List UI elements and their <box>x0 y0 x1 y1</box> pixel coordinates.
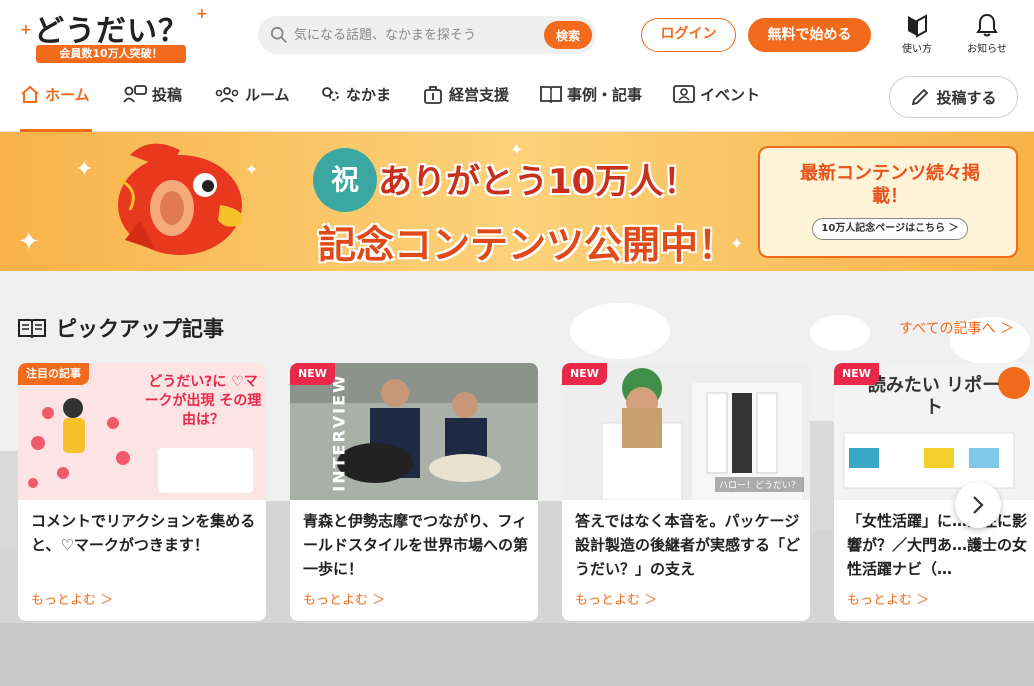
howto-link[interactable]: 使い方 <box>892 12 942 55</box>
article-title: コメントでリアクションを集めると、♡マークがつきます！ <box>31 512 256 554</box>
main-nav: ホーム 投稿 ルーム なかま 経営支援 事例・記事 イベント 投稿する <box>0 70 1034 132</box>
article-card[interactable]: どうだい?に ♡マークが出現 その理由は？ 注目の記事 コメントでリアクションを… <box>18 363 266 621</box>
see-all-articles-link[interactable]: すべての記事へ ＞ <box>899 318 1014 338</box>
nav-label: ホーム <box>45 86 90 104</box>
article-thumbnail: INTERVIEW NEW <box>290 363 538 500</box>
thumbnail-text: INTERVIEW <box>329 373 349 492</box>
article-title: 青森と伊勢志摩でつながり、フィールドスタイルを世界市場への第一歩に！ <box>303 512 529 578</box>
celebrate-badge: 祝 <box>313 148 377 212</box>
sparkle-icon: + <box>196 6 208 22</box>
pickup-section: ピックアップ記事 すべての記事へ ＞ どうだい?に ♡マークが出現 その理由は？… <box>0 271 1034 623</box>
pencil-icon <box>912 88 929 106</box>
banner-subheadline: 記念コンテンツ公開中！ <box>318 223 737 267</box>
pickup-heading: ピックアップ記事 <box>18 313 224 343</box>
read-more-link[interactable]: もっとよむ ＞ <box>575 589 657 608</box>
logo-text: どうだい？ <box>34 14 189 49</box>
article-card[interactable]: ハロー！どうだい？ NEW 答えではなく本音を。パッケージ設計製造の後継者が実感… <box>562 363 810 621</box>
nav-label: イベント <box>700 86 761 104</box>
nav-item-event[interactable]: イベント <box>673 84 760 132</box>
search-button[interactable]: 検索 <box>544 21 592 49</box>
notifications-link[interactable]: お知らせ <box>962 12 1012 55</box>
nav-item-support[interactable]: 経営支援 <box>422 84 509 132</box>
campaign-banner[interactable]: ✦ ✦ ✦ ✦ ✦ 祝 ありがとう10万人！ 記念コンテンツ公開中！ 最新コンテ… <box>0 132 1034 271</box>
chevron-right-icon <box>973 496 984 514</box>
article-title: 答えではなく本音を。パッケージ設計製造の後継者が実感する「どうだい？」の支え <box>575 512 801 578</box>
nav-item-articles[interactable]: 事例・記事 <box>540 84 642 132</box>
nakama-icon <box>322 87 339 101</box>
article-title: 「女性活躍」に…が注に影響が？／大門あ…護士の女性活躍ナビ（… <box>847 512 1028 578</box>
read-more-link[interactable]: もっとよむ ＞ <box>31 589 113 608</box>
article-card[interactable]: 読みたい リポート NEW 「女性活躍」に…が注に影響が？／大門あ…護士の女性活… <box>834 363 1034 621</box>
bell-icon <box>976 13 998 37</box>
sparkle-icon: ✦ <box>75 157 94 182</box>
post-button[interactable]: 投稿する <box>889 76 1018 118</box>
thumbnail-text: どうだい?に ♡マークが出現 その理由は？ <box>144 374 262 428</box>
notifications-label: お知らせ <box>967 44 1007 55</box>
start-free-button[interactable]: 無料で始める <box>748 18 871 52</box>
banner-card-title: 最新コンテンツ続々掲載！ <box>800 163 980 207</box>
nav-item-room[interactable]: ルーム <box>214 84 290 132</box>
thumbnail-text: ハロー！どうだい？ <box>714 477 804 492</box>
howto-label: 使い方 <box>902 44 932 55</box>
article-thumbnail: 読みたい リポート NEW <box>834 363 1034 500</box>
pickup-title: ピックアップ記事 <box>56 317 224 341</box>
thumbnail-text: 読みたい リポート <box>867 375 1001 418</box>
article-card[interactable]: INTERVIEW NEW 青森と伊勢志摩でつながり、フィールドスタイルを世界市… <box>290 363 538 621</box>
new-tag: NEW <box>290 363 335 385</box>
nav-label: なかま <box>346 86 392 104</box>
logo-badge: 会員数10万人突破！ <box>36 45 186 63</box>
beginner-mark-icon <box>908 14 927 38</box>
event-icon <box>673 85 695 103</box>
home-icon <box>21 85 39 103</box>
nav-item-nakama[interactable]: なかま <box>319 84 391 132</box>
search-icon <box>270 26 287 43</box>
sparkle-icon: + <box>20 22 32 38</box>
site-header: + + どうだい？ 会員数10万人突破！ 検索 ログイン 無料で始める 使い方 … <box>0 0 1034 70</box>
nav-item-home[interactable]: ホーム <box>20 84 92 132</box>
carousel-next-button[interactable] <box>955 482 1001 528</box>
banner-headline: ありがとう10万人！ <box>378 162 698 202</box>
site-logo[interactable]: + + どうだい？ 会員数10万人突破！ <box>20 6 210 64</box>
article-thumbnail: ハロー！どうだい？ NEW <box>562 363 810 500</box>
login-button[interactable]: ログイン <box>641 18 736 52</box>
new-tag: NEW <box>562 363 607 385</box>
room-icon <box>215 87 239 103</box>
nav-label: 経営支援 <box>449 86 510 104</box>
book-icon <box>540 86 562 104</box>
featured-tag: 注目の記事 <box>18 363 89 385</box>
nav-label: ルーム <box>245 86 290 104</box>
support-icon <box>424 86 442 104</box>
read-more-link[interactable]: もっとよむ ＞ <box>847 589 929 608</box>
post-button-label: 投稿する <box>936 88 997 107</box>
search-bar: 検索 <box>258 16 596 54</box>
nav-label: 投稿 <box>152 86 183 104</box>
search-input[interactable] <box>294 21 534 49</box>
post-icon <box>123 85 147 103</box>
new-tag: NEW <box>834 363 879 385</box>
banner-info-card: 最新コンテンツ続々掲載！ 10万人記念ページはこちら ＞ <box>758 146 1018 258</box>
nav-label: 事例・記事 <box>567 86 643 104</box>
nav-item-post[interactable]: 投稿 <box>123 84 182 132</box>
book-icon <box>18 319 46 339</box>
sparkle-icon: ✦ <box>18 227 40 257</box>
banner-card-link[interactable]: 10万人記念ページはこちら ＞ <box>812 218 968 240</box>
article-thumbnail: どうだい?に ♡マークが出現 その理由は？ 注目の記事 <box>18 363 266 500</box>
mascot-fish-illustration <box>118 143 243 255</box>
read-more-link[interactable]: もっとよむ ＞ <box>303 589 385 608</box>
